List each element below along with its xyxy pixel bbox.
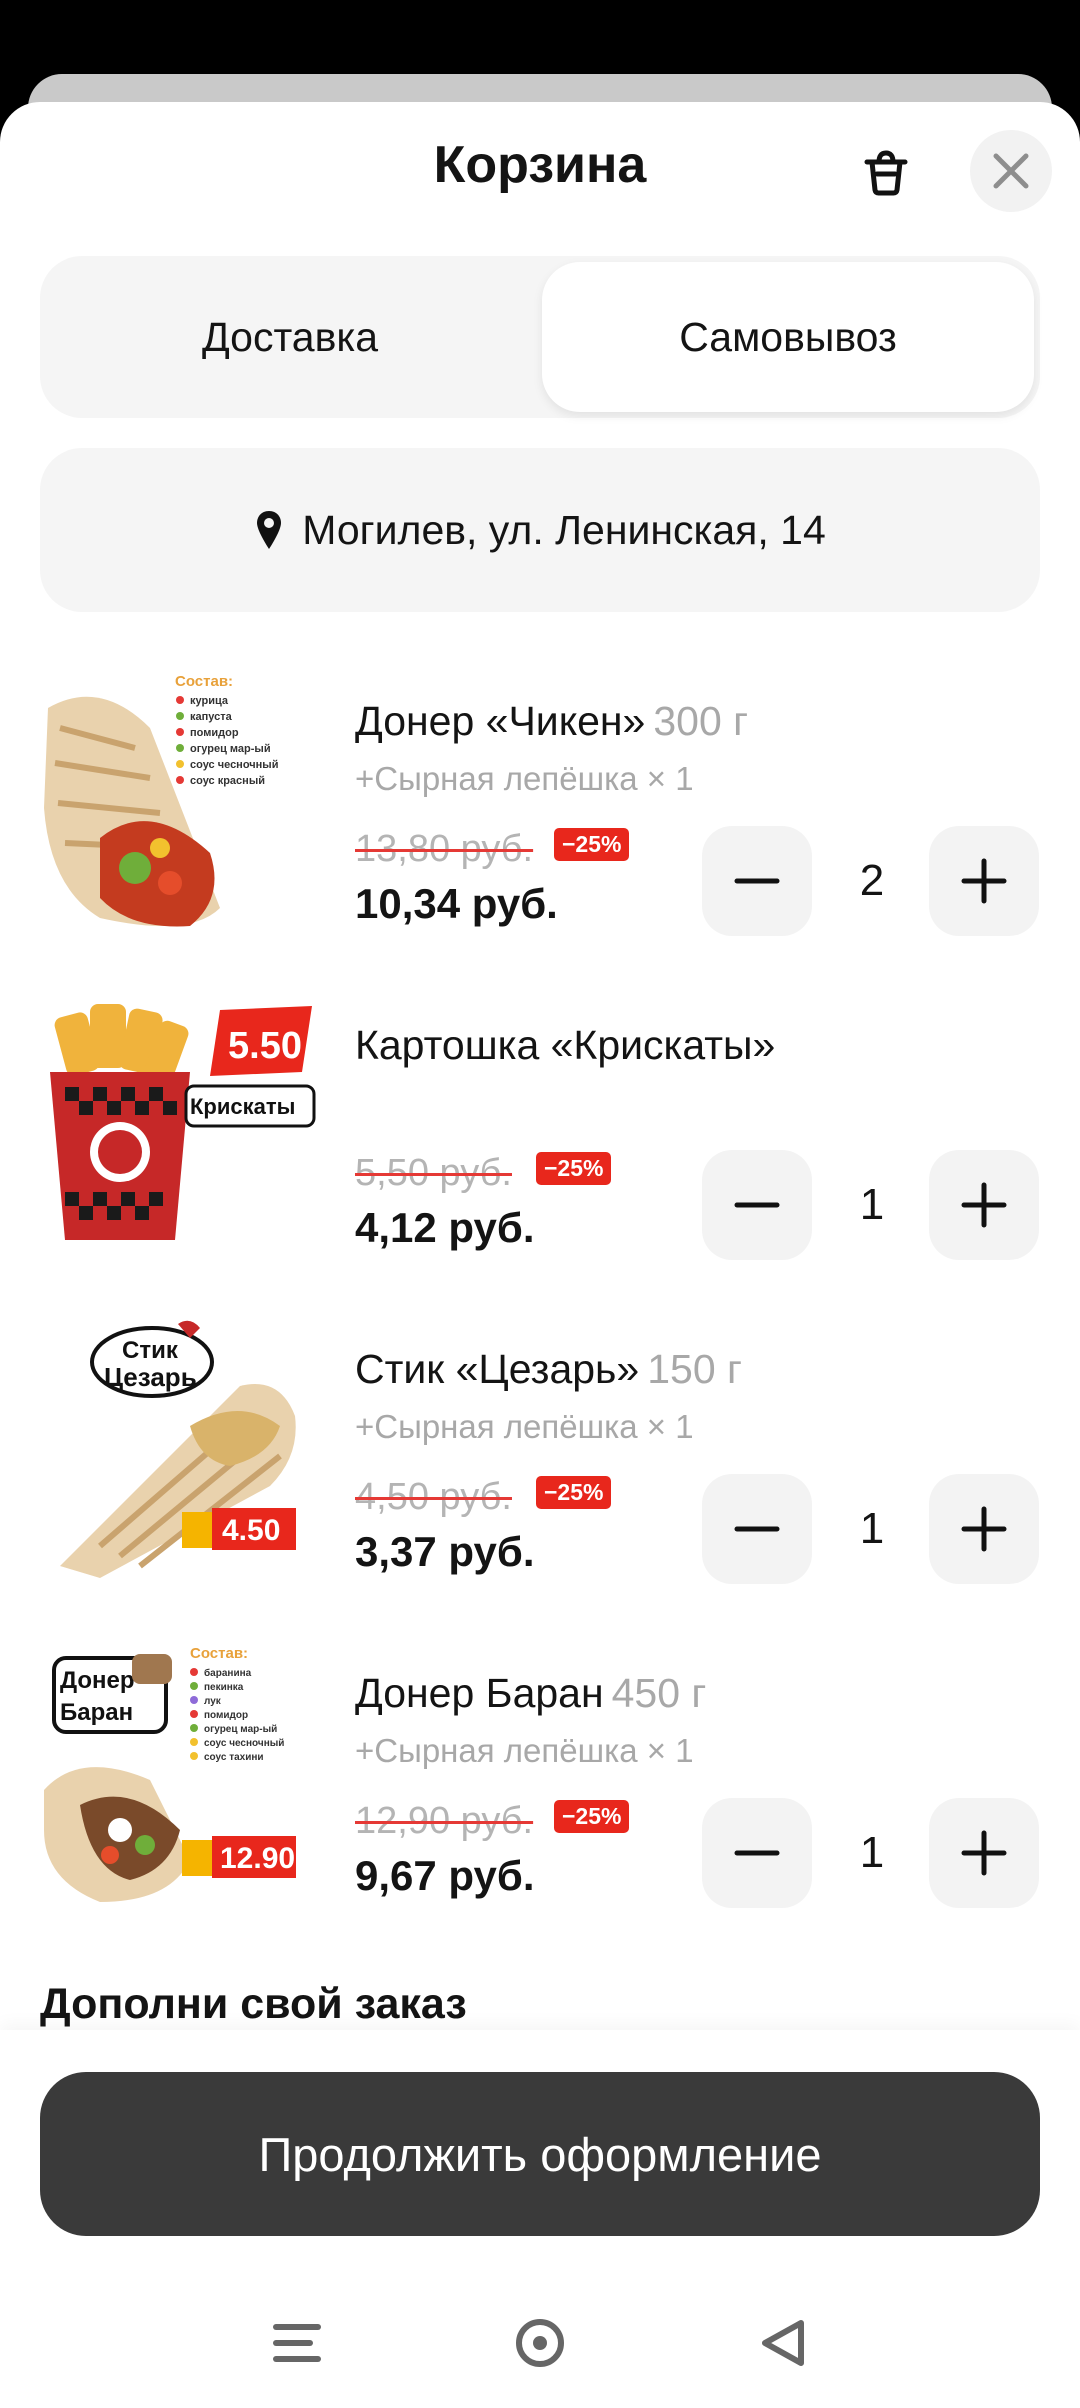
item-title: Картошка «Крискаты»	[355, 1022, 776, 1068]
recent-apps-button[interactable]	[262, 2308, 332, 2378]
cart-item: Стик Цезарь 4.50 Стик «Цезарь» 150 г +Сыр…	[40, 1316, 1040, 1616]
continue-checkout-button[interactable]: Продолжить оформление	[40, 2072, 1040, 2236]
pickup-address-text: Могилев, ул. Ленинская, 14	[302, 506, 826, 553]
item-title: Стик «Цезарь»	[355, 1346, 640, 1392]
quantity-value: 1	[859, 1504, 885, 1553]
item-name: Стик «Цезарь» 150 г	[355, 1344, 742, 1394]
decrease-quantity-button[interactable]	[702, 826, 812, 936]
discount-badge: −25%	[554, 828, 630, 861]
increase-quantity-button[interactable]	[929, 1474, 1039, 1584]
minus-icon	[734, 1202, 780, 1208]
quantity-value: 1	[859, 1180, 885, 1229]
increase-quantity-button[interactable]	[929, 1150, 1039, 1260]
ingredients-title: Состав:	[175, 673, 233, 690]
system-navigation-bar	[0, 2278, 1080, 2408]
current-price: 3,37 руб.	[355, 1528, 535, 1575]
product-label-text: Баран	[60, 1699, 133, 1726]
item-name: Донер «Чикен» 300 г	[355, 696, 748, 746]
ingredient-label: лук	[204, 1696, 222, 1707]
item-title: Донер Баран	[355, 1670, 604, 1716]
tab-pickup[interactable]: Самовывоз	[542, 262, 1034, 412]
item-name: Картошка «Крискаты»	[355, 1020, 775, 1070]
ingredient-label: баранина	[204, 1667, 252, 1679]
ingredient-label: курица	[190, 695, 229, 707]
cart-item: Состав: курица капуста помидор огурец ма…	[40, 668, 1040, 968]
clear-cart-button[interactable]	[858, 144, 914, 200]
pickup-address[interactable]: Могилев, ул. Ленинская, 14	[40, 448, 1040, 612]
back-button[interactable]	[748, 2308, 818, 2378]
item-addon: +Сырная лепёшка × 1	[355, 1408, 694, 1445]
price-sticker-text: 12.90	[220, 1842, 295, 1875]
ingredient-label: помидор	[204, 1710, 248, 1721]
product-label-text: Стик	[122, 1337, 179, 1364]
ingredient-label: огурец мар-ый	[190, 743, 271, 755]
increase-quantity-button[interactable]	[929, 826, 1039, 936]
ingredient-label: соус тахини	[204, 1752, 264, 1763]
menu-icon	[273, 2324, 321, 2362]
minus-icon	[734, 1526, 780, 1532]
lamb-doner-image: Донер Баран Состав: баранина пекинка лук…	[40, 1640, 316, 1904]
decrease-quantity-button[interactable]	[702, 1474, 812, 1584]
location-pin-icon	[257, 511, 282, 549]
plus-icon	[961, 1182, 1007, 1228]
price-sticker-text: 4.50	[222, 1514, 280, 1547]
quantity-value: 2	[859, 856, 885, 905]
product-label-text: Цезарь	[104, 1362, 197, 1392]
current-price: 4,12 руб.	[355, 1204, 535, 1251]
discount-badge: −25%	[536, 1152, 612, 1185]
product-label-text: Крискаты	[190, 1094, 295, 1119]
item-name: Донер Баран 450 г	[355, 1668, 706, 1718]
increase-quantity-button[interactable]	[929, 1798, 1039, 1908]
plus-icon	[961, 1830, 1007, 1876]
item-title: Донер «Чикен»	[355, 698, 646, 744]
item-weight: 450 г	[611, 1670, 707, 1716]
item-weight: 300 г	[653, 698, 749, 744]
back-icon	[762, 2320, 804, 2366]
cart-item: Донер Баран Состав: баранина пекинка лук…	[40, 1640, 1040, 1940]
caesar-stick-image: Стик Цезарь 4.50	[40, 1316, 316, 1580]
decrease-quantity-button[interactable]	[702, 1798, 812, 1908]
ingredient-label: капуста	[190, 711, 233, 723]
close-icon	[993, 153, 1029, 189]
trash-icon	[864, 150, 908, 196]
ingredient-label: пекинка	[204, 1682, 244, 1693]
ingredient-label: соус красный	[190, 775, 265, 787]
old-price: 4,50 руб.	[355, 1476, 512, 1518]
old-price: 12,90 руб.	[355, 1800, 534, 1842]
item-addon: +Сырная лепёшка × 1	[355, 760, 694, 797]
home-button[interactable]	[505, 2308, 575, 2378]
plus-icon	[961, 1506, 1007, 1552]
current-price: 9,67 руб.	[355, 1852, 535, 1899]
fries-crisscut-image: 5.50 Крискаты	[40, 992, 316, 1256]
minus-icon	[734, 878, 780, 884]
tab-delivery[interactable]: Доставка	[44, 262, 536, 412]
quantity-value: 1	[859, 1828, 885, 1877]
decrease-quantity-button[interactable]	[702, 1150, 812, 1260]
page-title: Корзина	[433, 136, 647, 194]
delivery-mode-switch: Доставка Самовывоз	[40, 256, 1040, 418]
cart-item: 5.50 Крискаты Картошка «Крискаты» 5,50 р…	[40, 992, 1040, 1292]
plus-icon	[961, 858, 1007, 904]
ingredients-title: Состав:	[190, 1645, 248, 1662]
ingredient-label: соус чесночный	[190, 759, 278, 771]
product-label-text: Донер	[60, 1667, 135, 1694]
ingredient-label: помидор	[190, 727, 239, 739]
close-button[interactable]	[970, 130, 1052, 212]
discount-badge: −25%	[554, 1800, 630, 1833]
old-price: 13,80 руб.	[355, 828, 534, 870]
minus-icon	[734, 1850, 780, 1856]
home-icon	[516, 2319, 564, 2367]
ingredient-label: соус чесночный	[204, 1738, 284, 1749]
upsell-section-title: Дополни свой заказ	[40, 1980, 467, 2028]
item-weight: 150 г	[647, 1346, 742, 1392]
chicken-doner-image: Состав: курица капуста помидор огурец ма…	[40, 668, 316, 932]
discount-badge: −25%	[536, 1476, 612, 1509]
price-sticker-text: 5.50	[228, 1025, 302, 1067]
old-price: 5,50 руб.	[355, 1152, 512, 1194]
ingredient-label: огурец мар-ый	[204, 1724, 277, 1735]
item-addon: +Сырная лепёшка × 1	[355, 1732, 694, 1769]
current-price: 10,34 руб.	[355, 880, 558, 927]
